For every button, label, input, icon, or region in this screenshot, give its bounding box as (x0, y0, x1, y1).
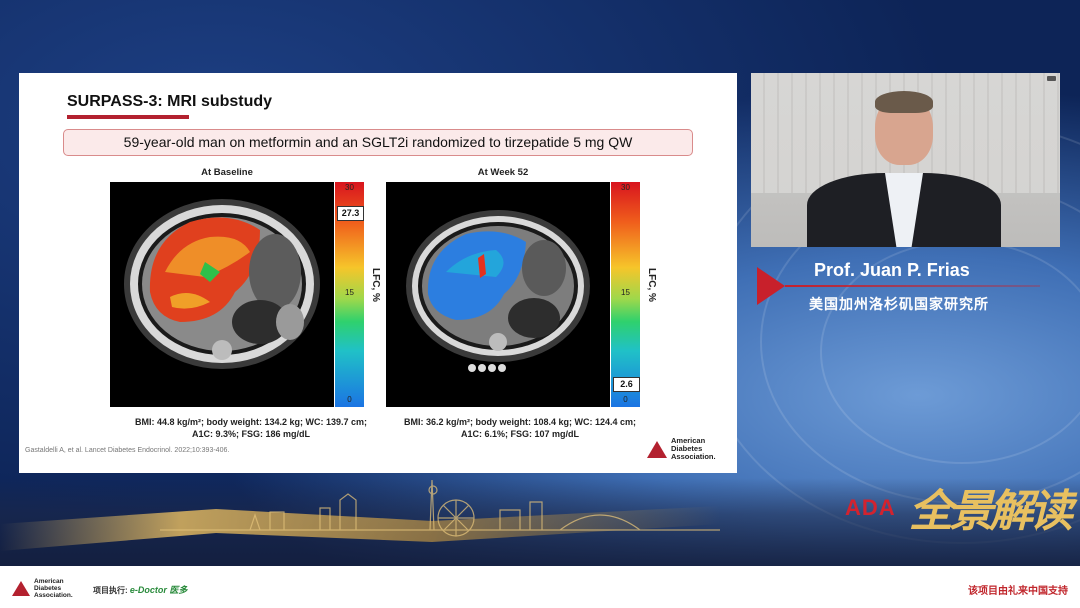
footer-ada-logo: American Diabetes Association. (12, 578, 73, 599)
speaker-name: Prof. Juan P. Frias (814, 260, 970, 280)
city-skyline (160, 479, 720, 537)
ada-triangle-icon (12, 581, 30, 596)
scale-tick-bottom: 0 (623, 395, 628, 404)
scale-tick-top: 30 (621, 183, 630, 192)
speaker-video (751, 73, 1060, 247)
caption-baseline: BMI: 44.8 kg/m²; body weight: 134.2 kg; … (116, 416, 386, 440)
scale-tick-bottom: 0 (347, 395, 352, 404)
lfc-axis-label: LFC, % (646, 268, 657, 302)
lfc-value-baseline: 27.3 (337, 206, 364, 221)
slide-title-text: SURPASS-3: MRI substudy (67, 93, 273, 110)
name-divider (785, 285, 1040, 287)
speaker-affiliation: 美国加州洛杉矶国家研究所 (809, 296, 989, 312)
brand-cn-title: 全景解读 (909, 486, 1073, 537)
name-arrow-icon (757, 267, 785, 305)
footer-support: 该项目由礼来中国支持 (968, 586, 1068, 597)
reference-citation: Gastaldelli A, et al. Lancet Diabetes En… (25, 447, 230, 454)
logo-line: Association. (34, 592, 73, 599)
camera-icon (1047, 76, 1056, 81)
title-underline (67, 115, 189, 119)
mri-image-baseline (110, 182, 334, 407)
slide-title: SURPASS-3: MRI substudy (67, 93, 273, 119)
lfc-value-week52: 2.6 (613, 377, 640, 392)
brand-ada: ADA (845, 495, 896, 520)
lfc-axis-label: LFC, % (370, 268, 381, 302)
footer-bar: American Diabetes Association. 项目执行: e-D… (0, 566, 1080, 608)
panel-label-baseline: At Baseline (201, 167, 253, 178)
ada-logo: American Diabetes Association. (647, 437, 716, 461)
caption-week52: BMI: 36.2 kg/m²; body weight: 108.4 kg; … (385, 416, 655, 440)
exec-logo: e-Doctor 医多 (129, 585, 188, 595)
panel-label-week52: At Week 52 (477, 167, 529, 178)
logo-line: American (34, 578, 64, 585)
mri-image-week52 (386, 182, 610, 407)
caption-line: A1C: 9.3%; FSG: 186 mg/dL (191, 429, 311, 439)
brand-mark: ADA 全景解读 (845, 470, 1073, 560)
footer-exec: 项目执行: e-Doctor 医多 (93, 583, 187, 596)
presentation-slide: SURPASS-3: MRI substudy 59-year-old man … (19, 73, 737, 473)
caption-line: BMI: 36.2 kg/m²; body weight: 108.4 kg; … (403, 417, 637, 427)
logo-line: Association. (671, 452, 716, 461)
scale-tick-mid: 15 (345, 288, 354, 297)
scale-tick-top: 30 (345, 183, 354, 192)
caption-line: A1C: 6.1%; FSG: 107 mg/dL (460, 429, 580, 439)
scale-tick-mid: 15 (621, 288, 630, 297)
ada-logo-text: American Diabetes Association. (671, 437, 716, 461)
ada-triangle-icon (647, 440, 667, 458)
footer-logo-text: American Diabetes Association. (34, 578, 73, 599)
caption-line: BMI: 44.8 kg/m²; body weight: 134.2 kg; … (134, 417, 368, 427)
subtitle-box: 59-year-old man on metformin and an SGLT… (63, 129, 693, 156)
speaker-hair (875, 91, 933, 113)
exec-label: 项目执行: (93, 586, 128, 595)
logo-line: Diabetes (34, 585, 62, 592)
